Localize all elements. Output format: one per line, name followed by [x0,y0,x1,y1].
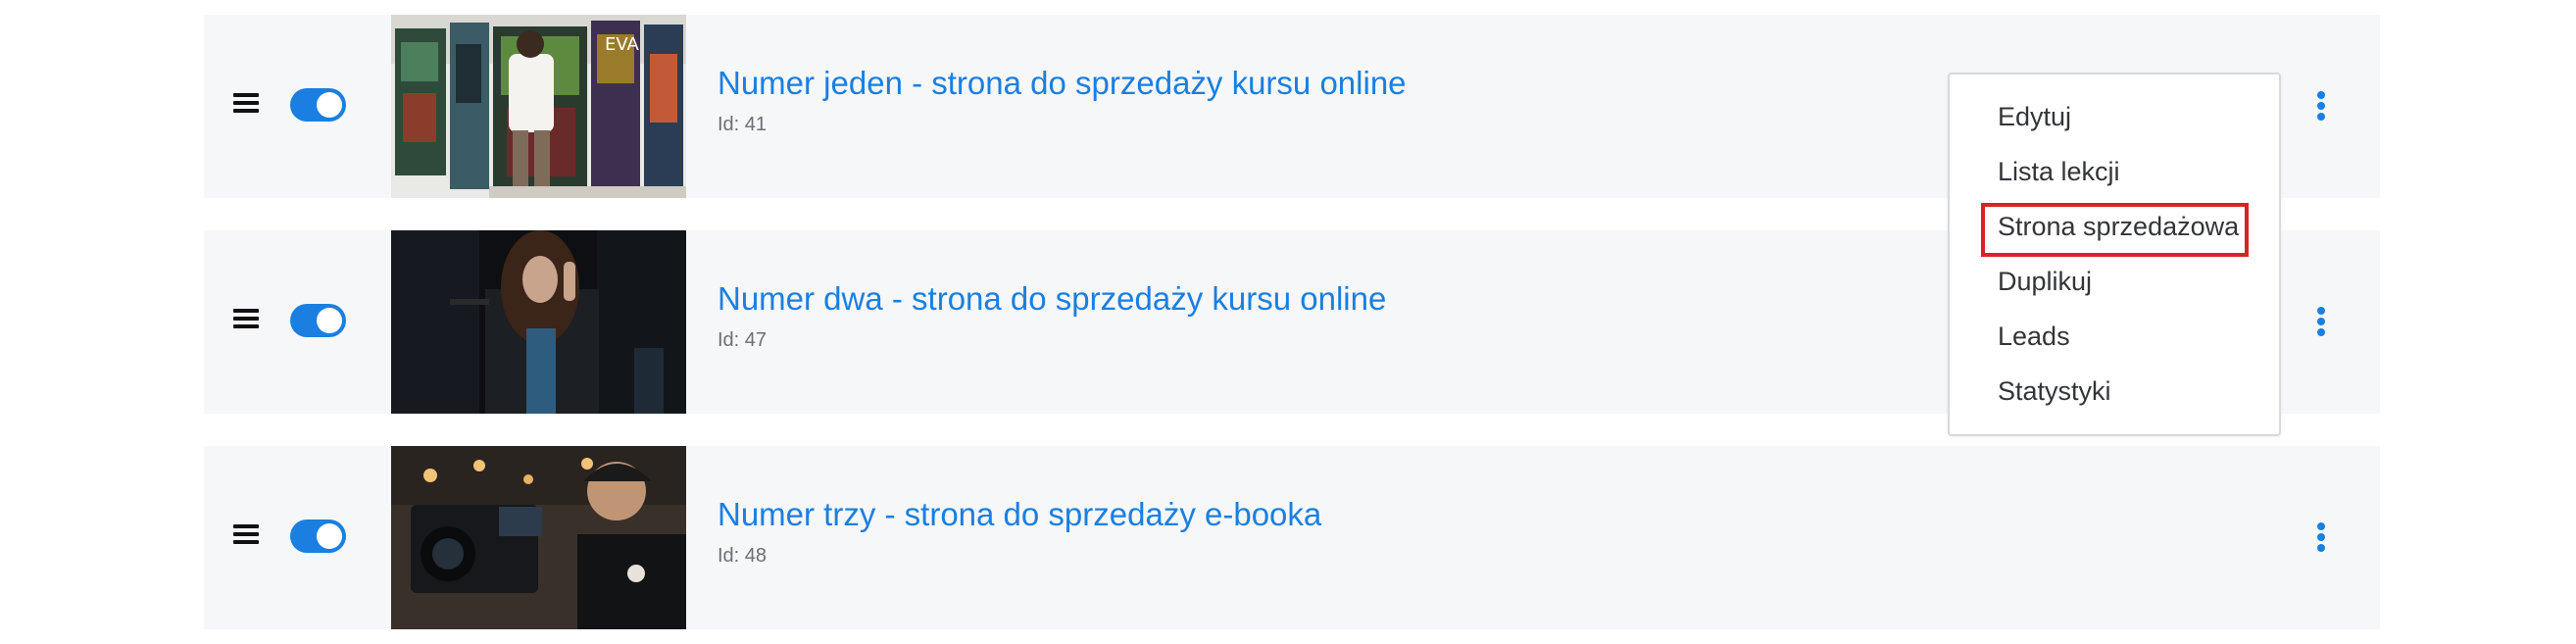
enabled-toggle[interactable] [290,520,346,553]
drag-handle-icon[interactable] [233,90,259,116]
course-id: Id: 48 [718,545,768,567]
toggle-knob [317,308,342,333]
course-thumbnail[interactable] [391,446,686,629]
course-title-link[interactable]: Numer dwa - strona do sprzedaży kursu on… [718,280,1386,318]
course-thumbnail[interactable]: EVA [391,15,686,198]
menu-item-leads[interactable]: Leads [1998,322,2070,352]
course-id: Id: 47 [718,329,768,351]
course-id: Id: 41 [718,114,768,135]
drag-handle-icon[interactable] [233,521,259,547]
actions-dropdown-menu: Edytuj Lista lekcji Strona sprzedażowa D… [1948,73,2281,436]
course-list: EVA Numer jeden - strona do sprzedaży ku… [0,0,2576,644]
enabled-toggle[interactable] [290,304,346,337]
menu-item-edit[interactable]: Edytuj [1998,102,2071,132]
course-title-link[interactable]: Numer jeden - strona do sprzedaży kursu … [718,65,1407,102]
course-thumbnail[interactable] [391,230,686,414]
course-title-link[interactable]: Numer trzy - strona do sprzedaży e-booka [718,496,1321,533]
menu-item-duplicate[interactable]: Duplikuj [1998,267,2092,297]
vertical-ellipsis-icon[interactable] [2309,305,2333,338]
enabled-toggle[interactable] [290,88,346,122]
course-row: Numer trzy - strona do sprzedaży e-booka… [204,446,2380,629]
menu-item-sales-page[interactable]: Strona sprzedażowa [1998,212,2239,242]
vertical-ellipsis-icon[interactable] [2309,520,2333,554]
toggle-knob [317,92,342,118]
svg-text:EVA: EVA [605,34,640,55]
menu-item-statistics[interactable]: Statystyki [1998,376,2111,407]
toggle-knob [317,523,342,549]
vertical-ellipsis-icon[interactable] [2309,89,2333,123]
menu-item-lesson-list[interactable]: Lista lekcji [1998,157,2120,187]
drag-handle-icon[interactable] [233,306,259,331]
